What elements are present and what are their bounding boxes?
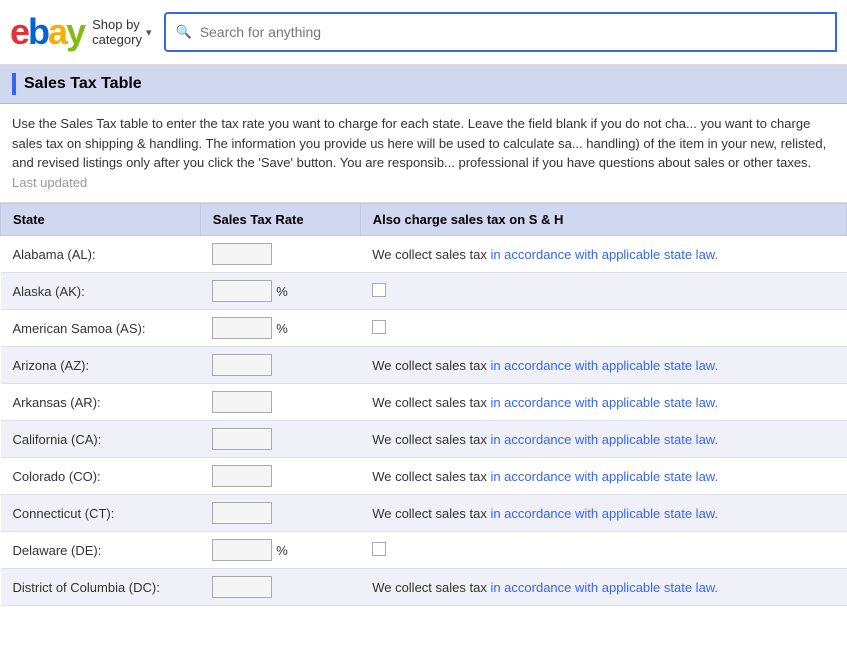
rate-cell[interactable] (200, 421, 360, 458)
rate-cell[interactable] (200, 458, 360, 495)
table-header-row: State Sales Tax Rate Also charge sales t… (1, 204, 847, 236)
table-row: Delaware (DE):% (1, 532, 847, 569)
sh-checkbox[interactable] (372, 320, 386, 334)
rate-cell[interactable] (200, 495, 360, 532)
search-input[interactable] (200, 24, 825, 40)
auto-collect-text: We collect sales tax in accordance with … (372, 432, 718, 447)
rate-input[interactable] (212, 354, 272, 376)
auto-collect-blue: in accordance with applicable state law. (490, 580, 718, 595)
rate-input[interactable] (212, 502, 272, 524)
sh-checkbox[interactable] (372, 283, 386, 297)
description-block: Use the Sales Tax table to enter the tax… (0, 104, 847, 203)
rate-cell[interactable]: % (200, 273, 360, 310)
table-row: District of Columbia (DC): We collect sal… (1, 569, 847, 606)
page-title: Sales Tax Table (24, 75, 142, 93)
chevron-down-icon: ▾ (146, 26, 152, 39)
auto-collect-blue: in accordance with applicable state law. (490, 506, 718, 521)
page-title-bar: Sales Tax Table (0, 65, 847, 104)
col-header-sh: Also charge sales tax on S & H (360, 204, 846, 236)
rate-cell[interactable] (200, 569, 360, 606)
logo-y: y (66, 11, 84, 53)
percent-sign: % (276, 543, 288, 558)
table-row: Arizona (AZ): We collect sales tax in acc… (1, 347, 847, 384)
sh-cell: We collect sales tax in accordance with … (360, 384, 846, 421)
auto-collect-blue: in accordance with applicable state law. (490, 469, 718, 484)
auto-collect-text: We collect sales tax in accordance with … (372, 469, 718, 484)
rate-cell[interactable]: % (200, 310, 360, 347)
shop-by-label: Shop by category (92, 17, 142, 47)
rate-cell[interactable] (200, 384, 360, 421)
sh-checkbox[interactable] (372, 542, 386, 556)
rate-input[interactable] (212, 428, 272, 450)
sh-cell[interactable] (360, 310, 846, 347)
table-row: Colorado (CO): We collect sales tax in ac… (1, 458, 847, 495)
table-row: American Samoa (AS):% (1, 310, 847, 347)
state-cell: Colorado (CO): (1, 458, 201, 495)
auto-collect-blue: in accordance with applicable state law. (490, 432, 718, 447)
state-cell: Arizona (AZ): (1, 347, 201, 384)
description-text: Use the Sales Tax table to enter the tax… (12, 116, 826, 170)
col-header-rate: Sales Tax Rate (200, 204, 360, 236)
logo-e: e (10, 11, 28, 53)
rate-input[interactable] (212, 391, 272, 413)
table-row: Arkansas (AR): We collect sales tax in ac… (1, 384, 847, 421)
state-cell: Alaska (AK): (1, 273, 201, 310)
col-header-state: State (1, 204, 201, 236)
sh-cell[interactable] (360, 532, 846, 569)
auto-collect-blue: in accordance with applicable state law. (490, 358, 718, 373)
state-cell: Alabama (AL): (1, 236, 201, 273)
sh-cell: We collect sales tax in accordance with … (360, 495, 846, 532)
sh-cell: We collect sales tax in accordance with … (360, 569, 846, 606)
state-cell: Delaware (DE): (1, 532, 201, 569)
rate-cell[interactable]: % (200, 532, 360, 569)
table-row: Alaska (AK):% (1, 273, 847, 310)
sh-cell: We collect sales tax in accordance with … (360, 458, 846, 495)
auto-collect-text: We collect sales tax in accordance with … (372, 580, 718, 595)
shop-by-category[interactable]: Shop by category ▾ (92, 17, 151, 47)
table-row: California (CA): We collect sales tax in … (1, 421, 847, 458)
table-row: Alabama (AL): We collect sales tax in acc… (1, 236, 847, 273)
header: e b a y Shop by category ▾ 🔍 (0, 0, 847, 65)
sh-cell[interactable] (360, 273, 846, 310)
state-cell: District of Columbia (DC): (1, 569, 201, 606)
search-bar[interactable]: 🔍 (164, 12, 838, 52)
sales-tax-table: State Sales Tax Rate Also charge sales t… (0, 203, 847, 606)
ebay-logo: e b a y (10, 11, 84, 53)
rate-input[interactable] (212, 280, 272, 302)
rate-input[interactable] (212, 243, 272, 265)
percent-sign: % (276, 321, 288, 336)
auto-collect-blue: in accordance with applicable state law. (490, 395, 718, 410)
auto-collect-text: We collect sales tax in accordance with … (372, 358, 718, 373)
auto-collect-text: We collect sales tax in accordance with … (372, 247, 718, 262)
state-cell: Arkansas (AR): (1, 384, 201, 421)
logo-a: a (48, 11, 66, 53)
last-updated-label: Last updated (12, 175, 87, 190)
auto-collect-text: We collect sales tax in accordance with … (372, 506, 718, 521)
sh-cell: We collect sales tax in accordance with … (360, 236, 846, 273)
rate-cell[interactable] (200, 236, 360, 273)
percent-sign: % (276, 284, 288, 299)
state-cell: American Samoa (AS): (1, 310, 201, 347)
rate-input[interactable] (212, 576, 272, 598)
rate-cell[interactable] (200, 347, 360, 384)
search-icon: 🔍 (176, 24, 192, 40)
table-row: Connecticut (CT): We collect sales tax in… (1, 495, 847, 532)
logo-b: b (28, 11, 48, 53)
state-cell: Connecticut (CT): (1, 495, 201, 532)
auto-collect-blue: in accordance with applicable state law. (490, 247, 718, 262)
auto-collect-text: We collect sales tax in accordance with … (372, 395, 718, 410)
state-cell: California (CA): (1, 421, 201, 458)
accent-bar (12, 73, 16, 95)
sh-cell: We collect sales tax in accordance with … (360, 421, 846, 458)
rate-input[interactable] (212, 317, 272, 339)
rate-input[interactable] (212, 465, 272, 487)
sh-cell: We collect sales tax in accordance with … (360, 347, 846, 384)
rate-input[interactable] (212, 539, 272, 561)
